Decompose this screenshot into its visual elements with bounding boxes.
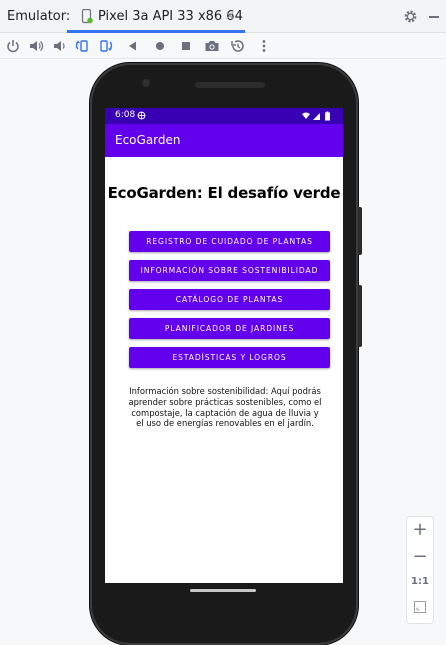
phone-screen: 6:08 EcoGarden EcoGarden: El desafío ver… xyxy=(105,108,343,583)
volume-down-icon[interactable] xyxy=(50,37,68,55)
emulator-header: Emulator: Pixel 3a API 33 x86 64 ✕ xyxy=(0,0,446,33)
device-tab-label: Pixel 3a API 33 x86 64 xyxy=(98,9,243,24)
minimize-icon[interactable] xyxy=(429,16,439,18)
zoom-in-button[interactable]: + xyxy=(407,519,433,540)
power-side-button xyxy=(358,207,362,255)
sustainability-info-button[interactable]: INFORMACIÓN SOBRE SOSTENIBILIDAD xyxy=(129,260,330,281)
device-tab[interactable]: Pixel 3a API 33 x86 64 ✕ xyxy=(67,0,245,33)
status-time: 6:08 xyxy=(115,110,136,120)
plant-care-log-button[interactable]: REGISTRO DE CUIDADO DE PLANTAS xyxy=(129,231,330,252)
zoom-controls: + − 1:1 xyxy=(406,516,434,624)
volume-up-icon[interactable] xyxy=(27,37,45,55)
status-bar: 6:08 xyxy=(105,108,343,124)
rotate-right-icon[interactable] xyxy=(97,37,115,55)
back-icon[interactable] xyxy=(124,37,142,55)
device-icon xyxy=(81,9,93,24)
actual-size-button[interactable]: 1:1 xyxy=(407,576,433,587)
zoom-out-button[interactable]: − xyxy=(407,546,433,567)
snapshot-icon[interactable] xyxy=(229,37,247,55)
garden-planner-button[interactable]: PLANIFICADOR DE JARDINES xyxy=(129,318,330,339)
speaker-grille xyxy=(195,82,265,88)
app-bar: EcoGarden xyxy=(105,124,343,157)
camera-icon[interactable] xyxy=(203,37,221,55)
signal-battery-icons xyxy=(302,111,330,121)
sustainability-info-text: Información sobre sostenibilidad: Aquí p… xyxy=(128,386,322,429)
overview-icon[interactable] xyxy=(177,37,195,55)
gear-icon[interactable] xyxy=(403,9,418,24)
front-camera xyxy=(142,79,150,87)
home-icon[interactable] xyxy=(151,37,169,55)
emulator-label: Emulator: xyxy=(7,9,71,24)
app-title: EcoGarden xyxy=(115,133,181,147)
rotate-left-icon[interactable] xyxy=(73,37,91,55)
page-title: EcoGarden: El desafío verde xyxy=(107,184,341,202)
more-options-icon[interactable] xyxy=(255,37,273,55)
sync-icon xyxy=(137,111,146,120)
fit-screen-icon[interactable] xyxy=(414,601,426,613)
stats-achievements-button[interactable]: ESTADÍSTICAS Y LOGROS xyxy=(129,347,330,368)
emulator-toolbar xyxy=(0,33,446,59)
power-icon[interactable] xyxy=(4,37,22,55)
close-icon[interactable]: ✕ xyxy=(225,9,235,23)
plant-catalog-button[interactable]: CATÁLOGO DE PLANTAS xyxy=(129,289,330,310)
volume-side-button xyxy=(358,285,362,347)
gesture-nav-handle[interactable] xyxy=(190,589,256,592)
